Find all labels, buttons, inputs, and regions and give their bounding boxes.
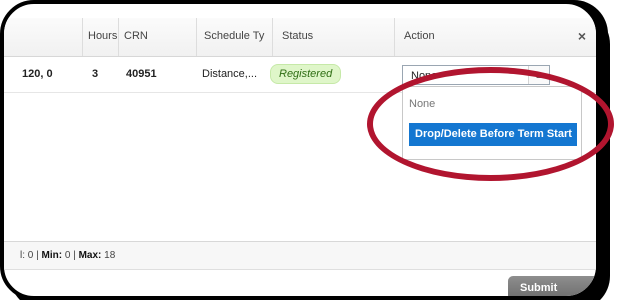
max-value: 18 — [104, 250, 116, 261]
header-schedule-type: Schedule Ty — [204, 30, 265, 42]
registration-panel: Hours CRN Schedule Ty Status Action × 12… — [0, 0, 600, 300]
close-icon[interactable]: × — [578, 28, 586, 44]
column-divider — [82, 18, 83, 56]
min-value: 0 — [64, 250, 71, 261]
column-divider — [394, 18, 395, 56]
max-label: Max: — [78, 250, 102, 261]
row-dates: 120, 0 — [22, 68, 53, 80]
column-divider — [118, 18, 119, 56]
dropdown-option-none[interactable]: None — [409, 98, 435, 110]
header-action: Action — [404, 30, 435, 42]
chevron-up-icon[interactable]: ▲ — [528, 66, 549, 84]
summary-prefix: l: 0 — [20, 250, 34, 261]
action-select-value: None — [411, 70, 438, 82]
header-status: Status — [282, 30, 314, 42]
dropdown-option-drop-delete[interactable]: Drop/Delete Before Term Start — [409, 123, 577, 146]
row-schedule-type: Distance,... — [202, 68, 258, 80]
column-divider — [196, 18, 197, 56]
header-crn: CRN — [124, 30, 148, 42]
hours-summary: l: 0 | Min: 0 | Max: 18 — [20, 250, 116, 261]
footer-summary: l: 0 | Min: 0 | Max: 18 — [4, 241, 596, 270]
action-select[interactable]: None ▲ — [402, 65, 550, 85]
status-badge: Registered — [270, 64, 342, 84]
row-crn: 40951 — [126, 68, 157, 80]
table-header: Hours CRN Schedule Ty Status Action × — [4, 18, 596, 57]
action-dropdown: None Drop/Delete Before Term Start — [402, 86, 582, 160]
row-hours: 3 — [92, 68, 99, 80]
header-hours: Hours — [88, 30, 118, 42]
min-label: Min: — [41, 250, 63, 261]
screen: Hours CRN Schedule Ty Status Action × 12… — [0, 0, 619, 300]
column-divider — [272, 18, 273, 56]
